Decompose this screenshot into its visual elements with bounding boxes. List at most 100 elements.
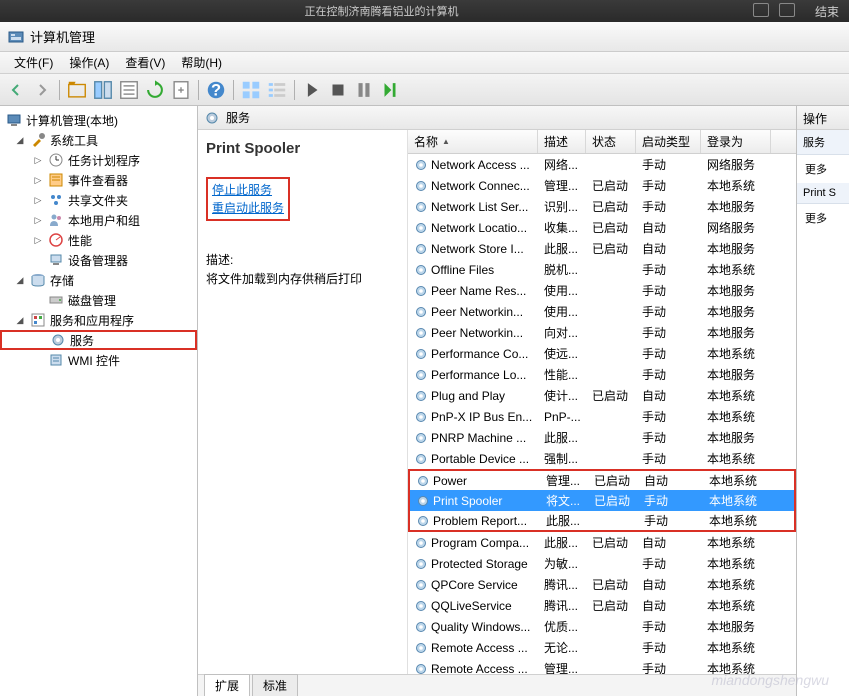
service-name: Network Access ... [431, 158, 530, 172]
service-row[interactable]: Offline Files脱机...手动本地系统 [408, 259, 796, 280]
export-button[interactable] [169, 78, 193, 102]
menu-action[interactable]: 操作(A) [61, 52, 117, 73]
view-large-button[interactable] [239, 78, 263, 102]
col-logon[interactable]: 登录为 [701, 130, 771, 153]
show-hide-button[interactable] [91, 78, 115, 102]
service-row[interactable]: Remote Access ...管理...手动本地系统 [408, 658, 796, 674]
collapse-icon[interactable]: ◢ [14, 274, 26, 286]
service-row[interactable]: Network Locatio...收集...已启动自动网络服务 [408, 217, 796, 238]
tab-extended[interactable]: 扩展 [204, 674, 250, 696]
tree-task-scheduler[interactable]: ▷ 任务计划程序 [0, 150, 197, 170]
service-row[interactable]: Power管理...已启动自动本地系统 [408, 469, 796, 490]
restart-button[interactable] [378, 78, 402, 102]
service-startup: 手动 [636, 282, 701, 299]
actions-section-print[interactable]: Print S [797, 183, 849, 204]
expand-icon[interactable]: ▷ [32, 174, 44, 186]
menu-view[interactable]: 查看(V) [117, 52, 173, 73]
tree-wmi[interactable]: ▷ WMI 控件 [0, 350, 197, 370]
storage-icon [30, 272, 46, 288]
expand-icon[interactable]: ▷ [32, 194, 44, 206]
collapse-icon[interactable]: ◢ [14, 314, 26, 326]
tree-local-users[interactable]: ▷ 本地用户和组 [0, 210, 197, 230]
service-logon: 本地系统 [701, 576, 771, 593]
service-row[interactable]: Performance Co...使远...手动本地系统 [408, 343, 796, 364]
service-row[interactable]: Quality Windows...优质...手动本地服务 [408, 616, 796, 637]
service-row[interactable]: Network Access ...网络...手动网络服务 [408, 154, 796, 175]
service-row[interactable]: Peer Networkin...使用...手动本地服务 [408, 301, 796, 322]
properties-button[interactable] [117, 78, 141, 102]
tree-services[interactable]: ▷ 服务 [0, 330, 197, 350]
service-row[interactable]: QPCore Service腾讯...已启动自动本地系统 [408, 574, 796, 595]
tree-event-viewer[interactable]: ▷ 事件查看器 [0, 170, 197, 190]
service-row[interactable]: PNRP Machine ...此服...手动本地服务 [408, 427, 796, 448]
service-row[interactable]: Plug and Play使计...已启动自动本地系统 [408, 385, 796, 406]
col-desc[interactable]: 描述 [538, 130, 586, 153]
pause-button[interactable] [352, 78, 376, 102]
col-name[interactable]: 名称▲ [408, 130, 538, 153]
service-row[interactable]: Peer Name Res...使用...手动本地服务 [408, 280, 796, 301]
service-row[interactable]: Network Store I...此服...已启动自动本地服务 [408, 238, 796, 259]
stop-service-link[interactable]: 停止此服务 [212, 181, 284, 199]
apps-icon [30, 312, 46, 328]
service-row[interactable]: Peer Networkin...向对...手动本地服务 [408, 322, 796, 343]
service-startup: 手动 [636, 450, 701, 467]
expand-icon[interactable]: ▷ [32, 234, 44, 246]
collapse-icon[interactable]: ◢ [14, 134, 26, 146]
service-row[interactable]: Program Compa...此服...已启动自动本地系统 [408, 532, 796, 553]
view-list-button[interactable] [265, 78, 289, 102]
expand-icon[interactable]: ▷ [32, 154, 44, 166]
event-icon [48, 172, 64, 188]
service-logon: 本地服务 [701, 240, 771, 257]
service-row[interactable]: Print Spooler将文...已启动手动本地系统 [408, 490, 796, 511]
restart-service-link[interactable]: 重启动此服务 [212, 199, 284, 217]
service-row[interactable]: Problem Report...此服...手动本地系统 [408, 511, 796, 532]
expand-icon[interactable]: ▷ [32, 214, 44, 226]
service-row[interactable]: Performance Lo...性能...手动本地服务 [408, 364, 796, 385]
service-name: Peer Networkin... [431, 326, 523, 340]
tree-disk-management[interactable]: ▷ 磁盘管理 [0, 290, 197, 310]
service-row[interactable]: Remote Access ...无论...手动本地系统 [408, 637, 796, 658]
service-row[interactable]: PnP-X IP Bus En...PnP-...手动本地系统 [408, 406, 796, 427]
back-button[interactable] [4, 78, 28, 102]
service-row[interactable]: Network Connec...管理...已启动手动本地系统 [408, 175, 796, 196]
actions-more-2[interactable]: 更多 [797, 204, 849, 232]
gear-icon [416, 494, 430, 508]
window-title-bar: 计算机管理 [0, 22, 849, 52]
remote-icon-2[interactable] [779, 3, 795, 17]
service-row[interactable]: Portable Device ...强制...手动本地系统 [408, 448, 796, 469]
tree-shared-folders[interactable]: ▷ 共享文件夹 [0, 190, 197, 210]
col-status[interactable]: 状态 [586, 130, 636, 153]
actions-section-services[interactable]: 服务 [797, 130, 849, 155]
refresh-button[interactable] [143, 78, 167, 102]
menu-file[interactable]: 文件(F) [6, 52, 61, 73]
col-startup[interactable]: 启动类型 [636, 130, 701, 153]
svg-text:?: ? [211, 81, 221, 99]
stop-button[interactable] [326, 78, 350, 102]
service-row[interactable]: QQLiveService腾讯...已启动自动本地系统 [408, 595, 796, 616]
tab-standard[interactable]: 标准 [252, 674, 298, 696]
menu-help[interactable]: 帮助(H) [173, 52, 230, 73]
forward-button[interactable] [30, 78, 54, 102]
tree-performance[interactable]: ▷ 性能 [0, 230, 197, 250]
tree-device-manager[interactable]: ▷ 设备管理器 [0, 250, 197, 270]
detail-title: Print Spooler [206, 140, 399, 157]
remote-end-label[interactable]: 结束 [815, 3, 839, 20]
tree-storage[interactable]: ◢ 存储 [0, 270, 197, 290]
play-button[interactable] [300, 78, 324, 102]
service-logon: 网络服务 [701, 156, 771, 173]
remote-icon-1[interactable] [753, 3, 769, 17]
list-body[interactable]: Network Access ...网络...手动网络服务Network Con… [408, 154, 796, 674]
service-name: Performance Co... [431, 347, 528, 361]
service-desc: 无论... [538, 639, 586, 656]
sort-asc-icon: ▲ [442, 137, 450, 146]
service-row[interactable]: Network List Ser...识别...已启动手动本地服务 [408, 196, 796, 217]
tree-services-apps[interactable]: ◢ 服务和应用程序 [0, 310, 197, 330]
service-name: Network Connec... [431, 179, 530, 193]
actions-more-1[interactable]: 更多 [797, 155, 849, 183]
tree-system-tools[interactable]: ◢ 系统工具 [0, 130, 197, 150]
service-row[interactable]: Protected Storage为敏...手动本地系统 [408, 553, 796, 574]
center-header: 服务 [198, 106, 796, 130]
help-button[interactable]: ? [204, 78, 228, 102]
up-button[interactable] [65, 78, 89, 102]
tree-root[interactable]: 计算机管理(本地) [0, 110, 197, 130]
